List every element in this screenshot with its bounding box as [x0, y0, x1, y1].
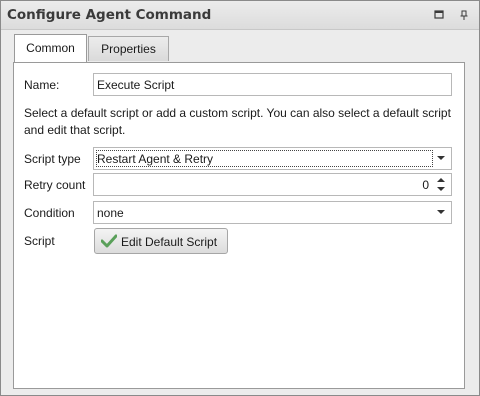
chevron-down-icon[interactable] — [437, 210, 445, 214]
pin-icon[interactable] — [459, 10, 469, 20]
retry-count-stepper[interactable]: 0 — [93, 173, 452, 196]
name-label: Name: — [24, 78, 60, 92]
tab-bar: Common Properties — [1, 29, 479, 63]
script-type-label: Script type — [24, 152, 81, 166]
description-text: Select a default script or add a custom … — [24, 106, 451, 137]
common-tab-panel: Name: Execute Script Select a default sc… — [13, 62, 465, 389]
script-type-select[interactable]: Restart Agent & Retry — [93, 147, 452, 170]
name-value: Execute Script — [97, 78, 175, 92]
condition-label: Condition — [24, 206, 75, 220]
script-type-value: Restart Agent & Retry — [97, 152, 214, 166]
tab-common[interactable]: Common — [14, 34, 87, 62]
checkmark-icon — [101, 234, 117, 248]
tab-properties[interactable]: Properties — [88, 36, 169, 61]
retry-count-value: 0 — [422, 178, 429, 192]
script-label: Script — [24, 234, 55, 248]
window-title: Configure Agent Command — [7, 7, 212, 23]
spin-up-icon[interactable] — [437, 178, 445, 182]
configure-agent-command-window: Configure Agent Command Common Propertie… — [0, 0, 480, 396]
retry-count-label: Retry count — [24, 178, 86, 192]
condition-select[interactable]: none — [93, 201, 452, 224]
spin-down-icon[interactable] — [437, 187, 445, 191]
title-bar[interactable]: Configure Agent Command — [1, 1, 479, 30]
condition-value: none — [97, 206, 124, 220]
name-field[interactable]: Execute Script — [93, 73, 452, 96]
edit-default-script-label: Edit Default Script — [121, 235, 218, 249]
chevron-down-icon[interactable] — [437, 156, 445, 160]
edit-default-script-button[interactable]: Edit Default Script — [94, 228, 228, 254]
restore-icon[interactable] — [434, 10, 444, 20]
